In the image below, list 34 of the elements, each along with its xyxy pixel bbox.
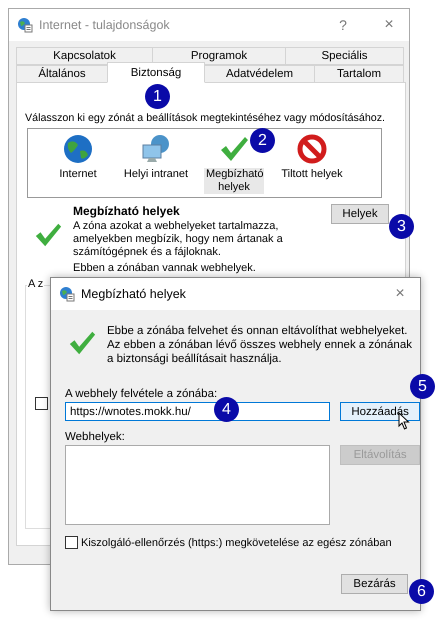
checkbox-label: Kiszolgáló-ellenőrzés (https:) megkövetelése az egész zónában	[81, 536, 392, 548]
tab[interactable]: Kapcsolatok	[16, 47, 153, 65]
globe-monitor-icon	[140, 133, 172, 165]
globe-document-icon	[17, 17, 33, 33]
callout-badge: 5	[410, 374, 435, 399]
tab[interactable]: Biztonság	[107, 62, 205, 83]
add-label: A webhely felvétele a zónába:	[65, 388, 218, 400]
close-button[interactable]: ×	[380, 285, 420, 303]
dialog-title: Megbízható helyek	[81, 287, 187, 301]
zone-item[interactable]: Helyi intranet	[118, 133, 194, 197]
zone-status: Ebben a zónában vannak webhelyek.	[73, 262, 257, 275]
tab[interactable]: Általános	[16, 65, 108, 83]
tab[interactable]: Tartalom	[314, 65, 404, 83]
help-button[interactable]: ?	[323, 17, 363, 33]
sites-label: Webhelyek:	[65, 431, 126, 443]
zone-item[interactable]: Tiltott helyek	[274, 133, 350, 197]
zone-description: A zóna azokat a webhelyeket tartalmazza, amelyekben megbízik, hogy nem ártanak a számítógépnek és a fájloknak.	[73, 220, 284, 259]
zone-title: Megbízható helyek	[73, 204, 181, 218]
tab[interactable]: Programok	[152, 47, 286, 65]
callout-badge: 6	[409, 579, 434, 604]
zone-prompt: Válasszon ki egy zónát a beállítások megtekintéséhez vagy módosításához.	[25, 112, 386, 125]
zone-item[interactable]: Internet	[40, 133, 116, 197]
close-dialog-button[interactable]: Bezárás	[341, 574, 408, 594]
sites-button[interactable]: Helyek	[331, 204, 389, 224]
checkbox[interactable]	[65, 536, 78, 549]
prohibited-icon	[296, 133, 328, 165]
checkbox[interactable]	[35, 397, 48, 410]
tab[interactable]: Speciális	[285, 47, 404, 65]
dialog-info: Ebbe a zónába felvehet és onnan eltávolíthat webhelyeket. Az ebben a zónában lévő összes webhely ennek a zónának a biztonsági beállításait használja.	[107, 324, 412, 366]
close-button[interactable]: ×	[369, 16, 409, 34]
add-button[interactable]: Hozzáadás	[340, 402, 420, 421]
window-title: Internet - tulajdonságok	[39, 18, 171, 32]
globe-icon	[62, 133, 94, 165]
globe-document-icon	[59, 286, 75, 302]
